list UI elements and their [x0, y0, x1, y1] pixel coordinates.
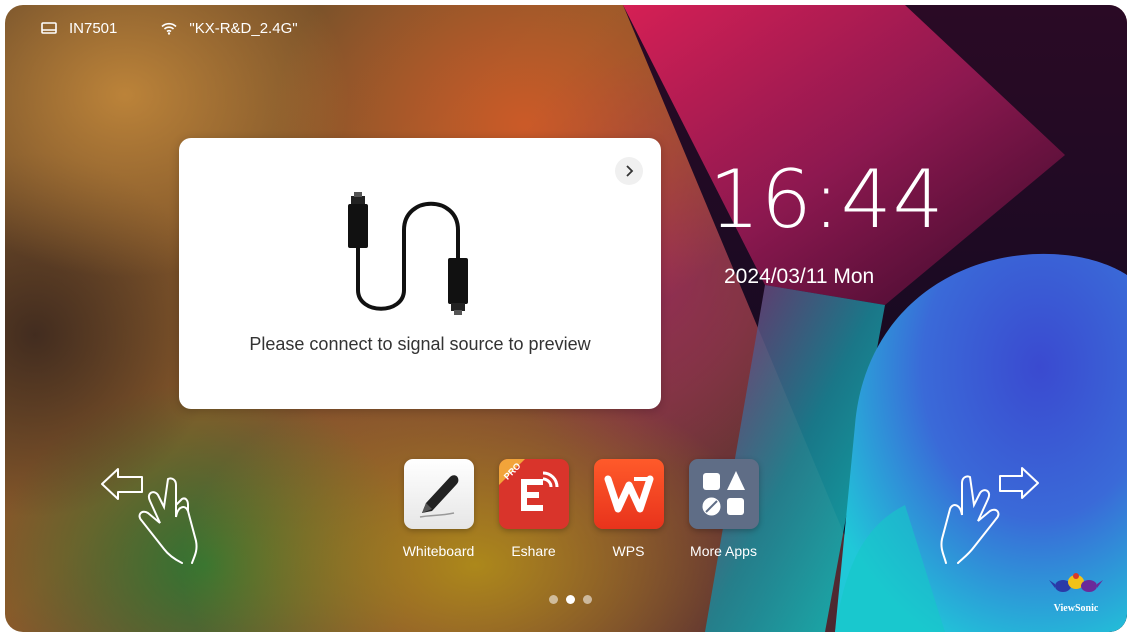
- wifi-name: "KX-R&D_2.4G": [189, 19, 298, 37]
- wps-icon[interactable]: [593, 459, 664, 529]
- display-icon: [41, 22, 57, 34]
- clock-time: 16:44: [709, 153, 945, 246]
- home-screen: IN7501 "KX-R&D_2.4G" Please connect to s…: [5, 5, 1127, 632]
- app-label: WPS: [612, 543, 645, 559]
- eshare-icon[interactable]: PRO: [498, 459, 569, 529]
- chevron-right-icon: [626, 165, 634, 177]
- birds-logo-icon: [1049, 573, 1103, 592]
- app-whiteboard[interactable]: Whiteboard: [391, 459, 486, 559]
- page-dot-active[interactable]: [566, 595, 575, 604]
- app-dock: Whiteboard PRO Eshare WPS More Apps: [391, 459, 771, 559]
- status-bar: IN7501 "KX-R&D_2.4G": [41, 18, 342, 38]
- app-eshare[interactable]: PRO Eshare: [486, 459, 581, 559]
- app-wps[interactable]: WPS: [581, 459, 676, 559]
- swipe-left-gesture-icon[interactable]: [98, 465, 208, 565]
- app-label: Eshare: [511, 543, 556, 559]
- app-more-apps[interactable]: More Apps: [676, 459, 771, 559]
- page-dot[interactable]: [583, 595, 592, 604]
- brand-name: ViewSonic: [1053, 603, 1099, 614]
- device-status: IN7501: [41, 20, 117, 37]
- hdmi-cable-icon: [348, 192, 468, 315]
- app-label: Whiteboard: [402, 543, 475, 559]
- wifi-status: "KX-R&D_2.4G": [161, 19, 298, 37]
- page-dot[interactable]: [549, 595, 558, 604]
- next-source-button[interactable]: [615, 157, 643, 185]
- signal-preview-card[interactable]: Please connect to signal source to previ…: [179, 138, 661, 409]
- app-label: More Apps: [690, 543, 757, 559]
- apps-grid-icon[interactable]: [688, 459, 759, 529]
- device-name: IN7501: [69, 19, 118, 37]
- viewsonic-logo: ViewSonic: [1047, 568, 1105, 614]
- clock-date: 2024/03/11 Mon: [724, 265, 875, 288]
- pen-icon[interactable]: [403, 459, 474, 529]
- swipe-right-gesture-icon[interactable]: [930, 465, 1045, 565]
- page-indicator: [549, 595, 600, 604]
- wifi-icon: [161, 22, 177, 35]
- preview-message: Please connect to signal source to previ…: [249, 334, 591, 354]
